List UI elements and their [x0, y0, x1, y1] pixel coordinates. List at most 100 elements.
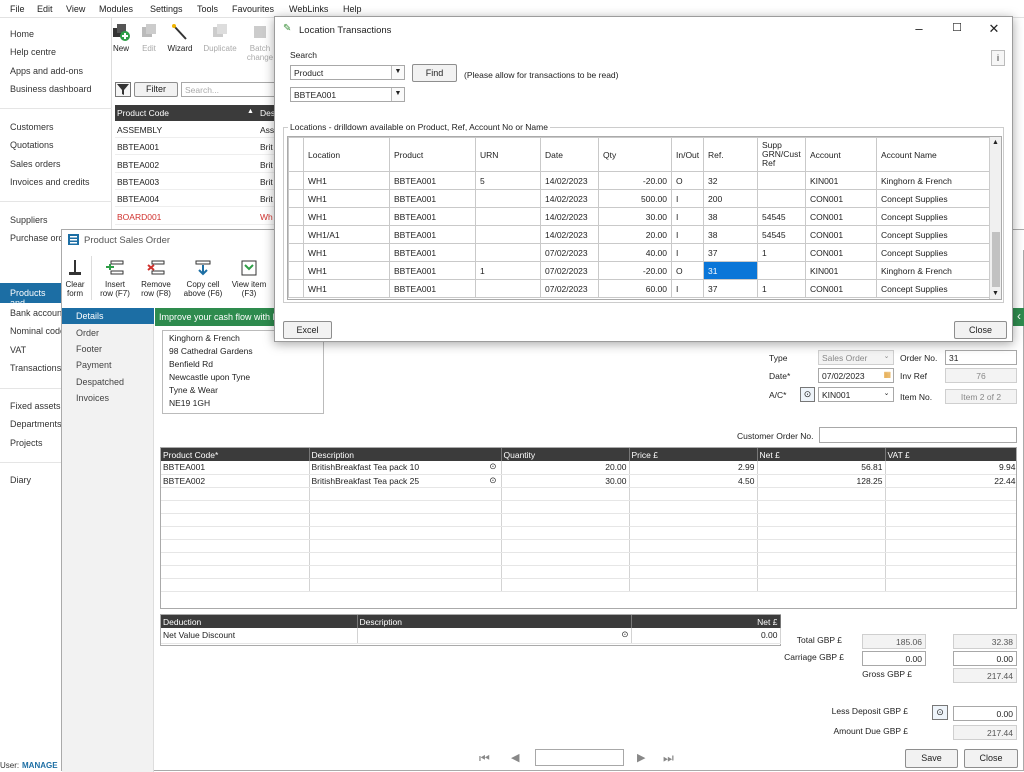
- table-cell[interactable]: CON001: [805, 207, 877, 226]
- product-search-input[interactable]: Search...: [181, 82, 275, 97]
- customer-order-no-input[interactable]: [819, 427, 1017, 443]
- column-header[interactable]: Price £: [629, 448, 758, 461]
- nav-products-selected[interactable]: Products and: [0, 283, 62, 308]
- product-code-select[interactable]: BBTEA001 ▼: [290, 87, 405, 102]
- table-cell[interactable]: 56.81: [757, 461, 886, 475]
- row-selector[interactable]: [288, 225, 304, 244]
- row-selector[interactable]: [288, 261, 304, 280]
- table-cell[interactable]: [629, 552, 758, 566]
- table-cell[interactable]: 38: [703, 207, 758, 226]
- menu-tools[interactable]: Tools: [197, 4, 218, 14]
- nav-quotations[interactable]: Quotations: [10, 140, 54, 150]
- column-header[interactable]: In/Out: [671, 137, 704, 172]
- menu-help[interactable]: Help: [343, 4, 362, 14]
- table-cell[interactable]: BBTEA001: [389, 225, 476, 244]
- table-cell[interactable]: 1: [757, 279, 806, 298]
- table-cell[interactable]: 30.00: [598, 207, 672, 226]
- table-cell[interactable]: [161, 539, 310, 553]
- table-cell[interactable]: 2.99: [629, 461, 758, 475]
- table-cell[interactable]: 37: [703, 243, 758, 262]
- table-cell[interactable]: [757, 578, 886, 592]
- column-header[interactable]: Account Name: [876, 137, 990, 172]
- table-cell[interactable]: 14/02/2023: [540, 207, 599, 226]
- table-row[interactable]: WH1 BBTEA001 1 07/02/2023 -20.00 O 31 KIN001 Kin…: [288, 261, 990, 280]
- table-cell[interactable]: [309, 500, 502, 514]
- table-cell[interactable]: 9.94: [885, 461, 1016, 475]
- clear-form-button[interactable]: Clear form: [64, 254, 86, 316]
- table-cell[interactable]: [309, 552, 502, 566]
- column-header[interactable]: Qty: [598, 137, 672, 172]
- delivery-address[interactable]: Kinghorn & French 98 Cathedral Gardens B…: [162, 330, 324, 414]
- previous-record-icon[interactable]: ◀: [511, 751, 519, 764]
- table-cell[interactable]: 4.50: [629, 474, 758, 488]
- table-cell[interactable]: [475, 189, 541, 208]
- table-cell[interactable]: WH1: [303, 261, 390, 280]
- table-cell[interactable]: BBTEA001: [161, 461, 310, 475]
- table-cell[interactable]: [161, 526, 310, 540]
- table-cell[interactable]: [501, 552, 630, 566]
- table-cell[interactable]: [885, 513, 1016, 527]
- table-cell[interactable]: [309, 565, 502, 579]
- find-button[interactable]: Find: [412, 64, 457, 82]
- table-row[interactable]: [161, 565, 1016, 579]
- new-button[interactable]: New: [110, 18, 132, 80]
- last-record-icon[interactable]: ⏭: [663, 751, 674, 766]
- row-selector[interactable]: [288, 207, 304, 226]
- edit-button[interactable]: Edit: [138, 18, 160, 80]
- order-close-button[interactable]: Close: [964, 749, 1018, 768]
- table-cell[interactable]: [161, 487, 310, 501]
- column-header[interactable]: Net £: [757, 448, 886, 461]
- table-cell[interactable]: [629, 500, 758, 514]
- info-button[interactable]: i: [991, 50, 1005, 66]
- table-cell[interactable]: [757, 565, 886, 579]
- nav-projects[interactable]: Projects: [10, 438, 43, 448]
- lookup-icon[interactable]: ⊙: [489, 461, 496, 472]
- table-cell[interactable]: [161, 513, 310, 527]
- lookup-icon[interactable]: ⊙: [489, 475, 496, 486]
- table-cell[interactable]: KIN001: [805, 261, 877, 280]
- table-cell[interactable]: [629, 539, 758, 553]
- table-row[interactable]: ASSEMBLY Ass: [115, 121, 275, 138]
- table-cell[interactable]: 60.00: [598, 279, 672, 298]
- item-no-input[interactable]: Item 2 of 2: [945, 389, 1017, 404]
- table-cell[interactable]: 5: [475, 171, 541, 190]
- table-cell[interactable]: 20.00: [501, 461, 630, 475]
- carriage-vat[interactable]: 0.00: [953, 651, 1017, 666]
- table-cell[interactable]: 14/02/2023: [540, 225, 599, 244]
- table-row[interactable]: WH1 BBTEA001 07/02/2023 60.00 I 37 1 CON001 Conc…: [288, 279, 990, 298]
- table-cell[interactable]: [629, 565, 758, 579]
- column-header[interactable]: URN: [475, 137, 541, 172]
- table-cell[interactable]: [161, 578, 310, 592]
- column-header[interactable]: Quantity: [501, 448, 630, 461]
- table-cell[interactable]: BBTEA001: [389, 279, 476, 298]
- view-item-button[interactable]: View item (F3): [230, 254, 268, 316]
- table-cell[interactable]: [757, 171, 806, 190]
- column-header[interactable]: Ref.: [703, 137, 758, 172]
- table-cell[interactable]: 38: [703, 225, 758, 244]
- table-cell[interactable]: [757, 500, 886, 514]
- excel-button[interactable]: Excel: [283, 321, 332, 339]
- date-input[interactable]: 07/02/2023 ▦: [818, 368, 894, 383]
- filter-toggle[interactable]: [115, 82, 131, 97]
- column-header[interactable]: Supp GRN/Cust Ref: [757, 137, 806, 172]
- tab-details-selected[interactable]: Details: [62, 308, 154, 324]
- table-cell[interactable]: [501, 526, 630, 540]
- table-cell[interactable]: 20.00: [598, 225, 672, 244]
- tab-despatched[interactable]: Despatched: [76, 377, 124, 387]
- nav-diary[interactable]: Diary: [10, 475, 31, 485]
- table-cell[interactable]: [629, 487, 758, 501]
- col-description[interactable]: Des: [260, 108, 275, 118]
- table-cell[interactable]: WH1: [303, 171, 390, 190]
- table-row[interactable]: BBTEA002 Brit: [115, 156, 275, 173]
- table-row[interactable]: BBTEA001 Brit: [115, 138, 275, 156]
- table-cell[interactable]: CON001: [805, 189, 877, 208]
- save-button[interactable]: Save: [905, 749, 958, 768]
- table-cell[interactable]: [501, 487, 630, 501]
- menu-edit[interactable]: Edit: [37, 4, 53, 14]
- nav-help-centre[interactable]: Help centre: [10, 47, 56, 57]
- maximize-icon[interactable]: ☐: [943, 21, 971, 34]
- table-cell[interactable]: 31: [703, 261, 758, 280]
- table-cell[interactable]: 14/02/2023: [540, 171, 599, 190]
- banner-close-icon[interactable]: ‹: [1017, 309, 1021, 323]
- vertical-scrollbar[interactable]: ▲ ▼: [989, 137, 1001, 299]
